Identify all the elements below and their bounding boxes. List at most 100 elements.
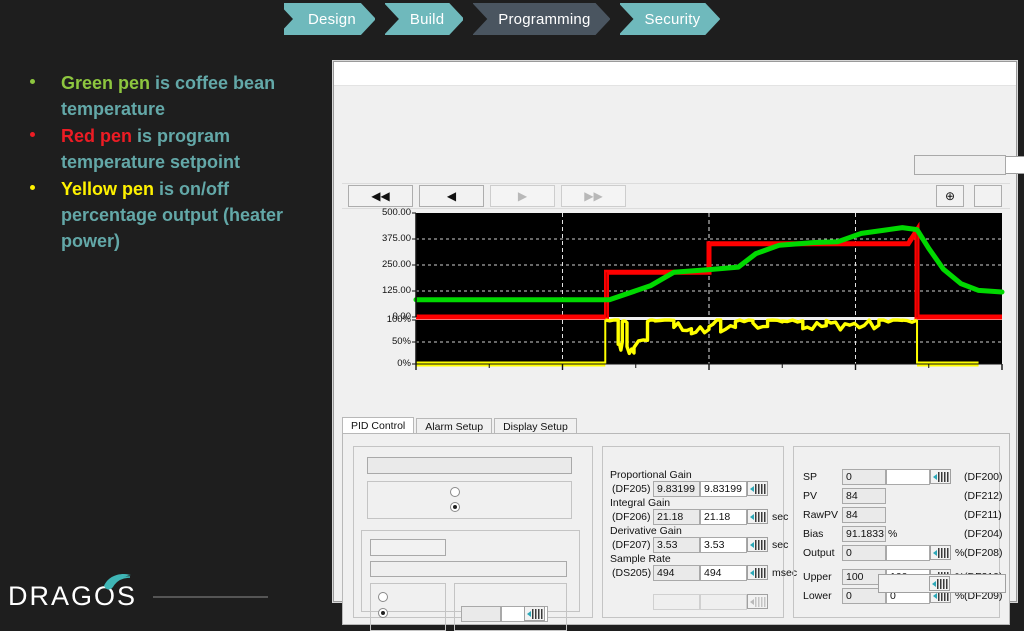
variable-addr: (DF211) xyxy=(964,509,1002,521)
tab-pid-control[interactable]: PID Control xyxy=(342,417,414,434)
variable-addr: (DF200) xyxy=(964,471,1003,483)
pid-param-name: Derivative Gain xyxy=(610,525,682,537)
pid-param-unit: sec xyxy=(772,539,788,551)
autotune-status-field xyxy=(370,561,567,577)
plc-write-icon xyxy=(747,594,768,609)
plc-write-icon[interactable] xyxy=(747,565,768,580)
y-axis-tick-label: 125.00 xyxy=(382,285,411,296)
ribbon-step-label: Build xyxy=(410,11,444,28)
ribbon-step-label: Security xyxy=(645,11,701,28)
pid-control-tabpanel: Proportional Gain(DF205)9.831999.83199In… xyxy=(342,433,1010,625)
pid-param-new-input[interactable]: 3.53 xyxy=(700,537,747,553)
blank-button[interactable] xyxy=(974,185,1002,207)
step-back-button[interactable]: ◀ xyxy=(419,185,484,207)
variable-label: PV xyxy=(803,490,817,502)
ribbon-step-build[interactable]: Build xyxy=(384,3,464,35)
bullet-dot-icon xyxy=(30,185,35,190)
radio-pi[interactable] xyxy=(378,592,388,602)
variable-new-input[interactable] xyxy=(886,469,930,485)
variable-addr: (DF208) xyxy=(964,547,1003,559)
plc-write-icon[interactable] xyxy=(524,606,545,621)
close-icon[interactable] xyxy=(982,63,1014,85)
pid-param-new-input[interactable]: 494 xyxy=(700,565,747,581)
forward-all-icon: ▶▶ xyxy=(584,189,602,203)
bullet-emphasis: Red pen xyxy=(61,126,132,146)
plc-write-icon[interactable] xyxy=(930,545,951,560)
ribbon-step-label: Design xyxy=(308,11,356,28)
variable-new-input[interactable] xyxy=(886,545,930,561)
tab-label: Alarm Setup xyxy=(425,421,483,433)
ribbon-step-label: Programming xyxy=(498,11,590,28)
ribbon-step-programming[interactable]: Programming xyxy=(472,3,610,35)
pid-param-new-input[interactable]: 9.83199 xyxy=(700,481,747,497)
chart-canvas: 500.00375.00250.00125.000.00100%50%0% xyxy=(342,210,1010,412)
pid-parameters-group: Proportional Gain(DF205)9.831999.83199In… xyxy=(602,446,784,618)
radio-pid[interactable] xyxy=(378,608,388,618)
plc-write-icon[interactable] xyxy=(747,537,768,552)
forward-all-button: ▶▶ xyxy=(561,185,626,207)
variable-current-value: 0 xyxy=(842,545,886,561)
radio-manual[interactable] xyxy=(450,487,460,497)
pid-param-current-value: 9.83199 xyxy=(653,481,700,497)
write-all-edits-button[interactable] xyxy=(878,574,1006,593)
ribbon-chevrons: Design Build Programming Security xyxy=(278,3,719,35)
operation-mode-group xyxy=(353,446,593,618)
bullet-dot-icon xyxy=(30,132,35,137)
pid-param-name: Integral Gain xyxy=(610,497,670,509)
rewind-all-icon: ◀◀ xyxy=(371,189,389,203)
pid-param-addr: (DF206) xyxy=(612,511,651,523)
variable-unit: % xyxy=(955,547,964,559)
tab-label: Display Setup xyxy=(503,421,568,433)
step-forward-icon: ▶ xyxy=(518,189,527,203)
bullet-item: Green pen is coffee bean temperature xyxy=(14,70,324,122)
chart-plot-svg xyxy=(342,210,1010,412)
variable-current-value: 84 xyxy=(842,507,886,523)
ribbon-separator xyxy=(610,3,620,35)
plc-write-icon[interactable] xyxy=(747,509,768,524)
zoom-in-button[interactable]: ⊕ xyxy=(936,185,964,207)
logo-wordmark: DRAGOS xyxy=(8,581,137,612)
tab-display-setup[interactable]: Display Setup xyxy=(494,418,577,434)
current-pid-mode-field xyxy=(367,457,572,474)
tab-alarm-setup[interactable]: Alarm Setup xyxy=(416,418,492,434)
autotune-group xyxy=(361,530,580,612)
plc-write-icon[interactable] xyxy=(747,481,768,496)
pid-param-name-rest: ntegral Gain xyxy=(613,497,670,509)
pid-param-name: Sample Rate xyxy=(610,553,671,565)
y-axis-tick-label: 250.00 xyxy=(382,259,411,270)
variable-addr: (DF204) xyxy=(964,528,1003,540)
pid-param-name-rest: erivative Gain xyxy=(618,525,682,537)
pid-param-accel: D xyxy=(610,525,618,537)
ribbon-step-security[interactable]: Security xyxy=(619,3,721,35)
step-forward-button: ▶ xyxy=(490,185,555,207)
pid-param-current-value: 494 xyxy=(653,565,700,581)
plc-write-icon xyxy=(929,576,950,591)
plc-write-icon[interactable] xyxy=(930,469,951,484)
pid-trend-chart: 500.00375.00250.00125.000.00100%50%0% xyxy=(342,210,1010,412)
variable-current-value: 0 xyxy=(842,469,886,485)
zoom-in-icon: ⊕ xyxy=(945,189,955,203)
bullet-item: Yellow pen is on/off percentage output (… xyxy=(14,176,324,254)
y-axis-tick-label: 50% xyxy=(392,336,411,347)
tab-label: PID Control xyxy=(351,420,405,432)
step-back-icon: ◀ xyxy=(447,189,456,203)
pv-filter-current-value xyxy=(653,594,700,610)
tabstrip: PID Control Alarm Setup Display Setup xyxy=(342,417,579,434)
hysteresis-group xyxy=(454,583,567,631)
rewind-all-button[interactable]: ◀◀ xyxy=(348,185,413,207)
pid-param-name-rest: roportional Gain xyxy=(617,469,692,481)
pid-param-new-input[interactable]: 21.18 xyxy=(700,509,747,525)
create-dataview-button[interactable] xyxy=(914,155,1006,175)
start-tuning-button[interactable] xyxy=(370,539,446,556)
window-subheader xyxy=(334,86,1016,118)
new-pid-mode-box xyxy=(367,481,572,519)
y-axis-tick-label: 375.00 xyxy=(382,233,411,244)
ribbon-step-design[interactable]: Design xyxy=(278,3,376,35)
radio-auto[interactable] xyxy=(450,502,460,512)
pid-param-addr: (DS205) xyxy=(612,567,651,579)
variable-label: Output xyxy=(803,547,835,559)
variable-current-value: 84 xyxy=(842,488,886,504)
output-range-label-upper: Upper xyxy=(803,571,832,583)
pid-param-current-value: 21.18 xyxy=(653,509,700,525)
chart-navigation-toolbar: ◀◀◀▶▶▶⊕ xyxy=(342,183,1010,209)
